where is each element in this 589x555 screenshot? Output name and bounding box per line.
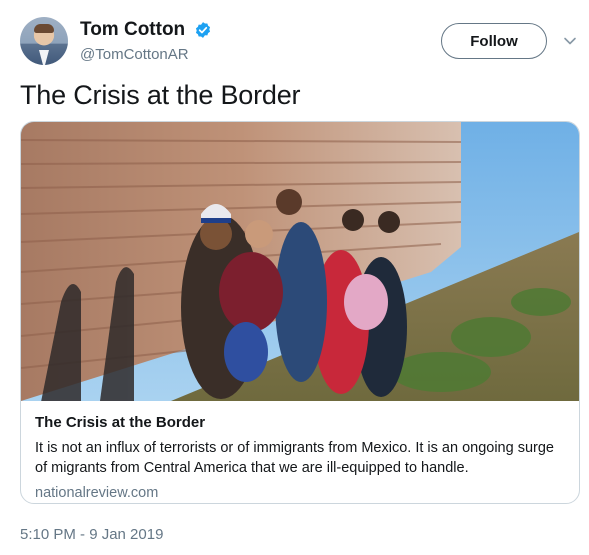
card-domain: nationalreview.com <box>35 485 159 501</box>
avatar[interactable] <box>20 17 68 65</box>
card-image[interactable] <box>21 122 579 401</box>
author-handle[interactable]: @TomCottonAR <box>80 46 212 63</box>
author-display-name[interactable]: Tom Cotton <box>80 19 185 41</box>
follow-button[interactable]: Follow <box>441 23 547 59</box>
link-card[interactable]: The Crisis at the Border It is not an in… <box>20 121 580 504</box>
timestamp[interactable]: 5:10 PM - 9 Jan 2019 <box>20 526 163 543</box>
author-names: Tom Cotton @TomCottonAR <box>80 19 212 63</box>
tweet-text: The Crisis at the Border <box>20 80 301 110</box>
card-title: The Crisis at the Border <box>35 414 206 431</box>
chevron-down-icon[interactable] <box>563 34 577 48</box>
card-description: It is not an influx of terrorists or of … <box>35 440 554 476</box>
tweet-header: Tom Cotton @TomCottonAR Follow <box>20 17 580 65</box>
verified-badge-icon <box>195 22 210 38</box>
card-info: The Crisis at the Border It is not an in… <box>35 414 570 501</box>
tweet: Tom Cotton @TomCottonAR Follow The Crisi… <box>0 0 589 555</box>
